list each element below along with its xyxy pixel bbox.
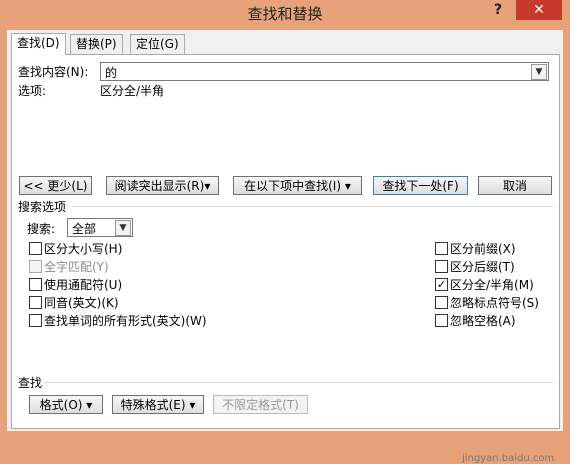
cancel-button[interactable]: 取消 — [478, 176, 552, 195]
ignore-whitespace-label: 忽略空格(A) — [450, 314, 516, 328]
match-width-label: 区分全/半角(M) — [450, 278, 534, 292]
tab-find[interactable]: 查找(D) — [11, 33, 66, 55]
less-button[interactable]: << 更少(L) — [19, 176, 92, 195]
dialog-body: 查找(D) 替换(P) 定位(G) 查找内容(N): 的 ▼ 选项: 区分全/半… — [7, 30, 563, 464]
find-panel: 查找内容(N): 的 ▼ 选项: 区分全/半角 << 更少(L) 阅读突出显示(… — [11, 54, 560, 464]
chevron-down-icon[interactable]: ▼ — [531, 64, 547, 80]
reading-highlight-button[interactable]: 阅读突出显示(R)▾ — [106, 176, 219, 195]
wildcards-checkbox[interactable] — [29, 278, 42, 291]
options-label: 选项: — [18, 84, 47, 98]
window-title: 查找和替换 — [247, 5, 323, 23]
search-direction-value: 全部 — [72, 222, 97, 236]
whole-word-checkbox[interactable] — [29, 260, 42, 273]
match-suffix-label: 区分后缀(T) — [450, 260, 515, 274]
match-prefix-label: 区分前缀(X) — [450, 242, 516, 256]
help-icon[interactable]: ? — [488, 2, 508, 22]
find-what-value: 的 — [105, 66, 118, 80]
chevron-down-icon[interactable]: ▼ — [115, 220, 131, 236]
ignore-whitespace-checkbox[interactable] — [435, 314, 448, 327]
sounds-like-checkbox[interactable] — [29, 296, 42, 309]
match-prefix-checkbox[interactable] — [435, 242, 448, 255]
special-button[interactable]: 特殊格式(E) ▾ — [112, 395, 204, 414]
title-bar: 查找和替换 ? ✕ — [0, 0, 570, 27]
find-format-heading: 查找 — [18, 376, 43, 390]
match-case-label: 区分大小写(H) — [44, 242, 123, 256]
no-formatting-button[interactable]: 不限定格式(T) — [213, 395, 308, 414]
all-word-forms-checkbox[interactable] — [29, 314, 42, 327]
wildcards-label: 使用通配符(U) — [44, 278, 123, 292]
match-case-checkbox[interactable] — [29, 242, 42, 255]
all-word-forms-label: 查找单词的所有形式(英文)(W) — [44, 314, 207, 328]
search-direction-label: 搜索: — [27, 222, 56, 236]
sounds-like-label: 同音(英文)(K) — [44, 296, 119, 310]
match-suffix-checkbox[interactable] — [435, 260, 448, 273]
format-button[interactable]: 格式(O) ▾ — [29, 395, 103, 414]
find-what-input[interactable]: 的 ▼ — [100, 62, 549, 81]
find-replace-dialog: 查找和替换 ? ✕ 查找(D) 替换(P) 定位(G) 查找内容(N): 的 ▼… — [0, 0, 570, 464]
find-what-label: 查找内容(N): — [18, 65, 89, 79]
options-value: 区分全/半角 — [100, 84, 165, 98]
find-in-button[interactable]: 在以下项中查找(I) ▾ — [233, 176, 362, 195]
divider — [44, 382, 553, 383]
tab-replace[interactable]: 替换(P) — [70, 34, 123, 54]
watermark: jingyan.baidu.com — [462, 453, 555, 464]
close-icon[interactable]: ✕ — [516, 0, 562, 20]
search-options-heading: 搜索选项 — [18, 200, 67, 214]
search-direction-select[interactable]: 全部 ▼ — [67, 218, 133, 237]
ignore-punctuation-checkbox[interactable] — [435, 296, 448, 309]
tab-goto[interactable]: 定位(G) — [130, 34, 185, 54]
ignore-punctuation-label: 忽略标点符号(S) — [450, 296, 539, 310]
whole-word-label: 全字匹配(Y) — [44, 260, 109, 274]
match-width-checkbox[interactable]: ✓ — [435, 278, 448, 291]
checkmark-icon: ✓ — [436, 278, 447, 291]
divider — [72, 206, 553, 207]
find-next-button[interactable]: 查找下一处(F) — [373, 176, 468, 195]
